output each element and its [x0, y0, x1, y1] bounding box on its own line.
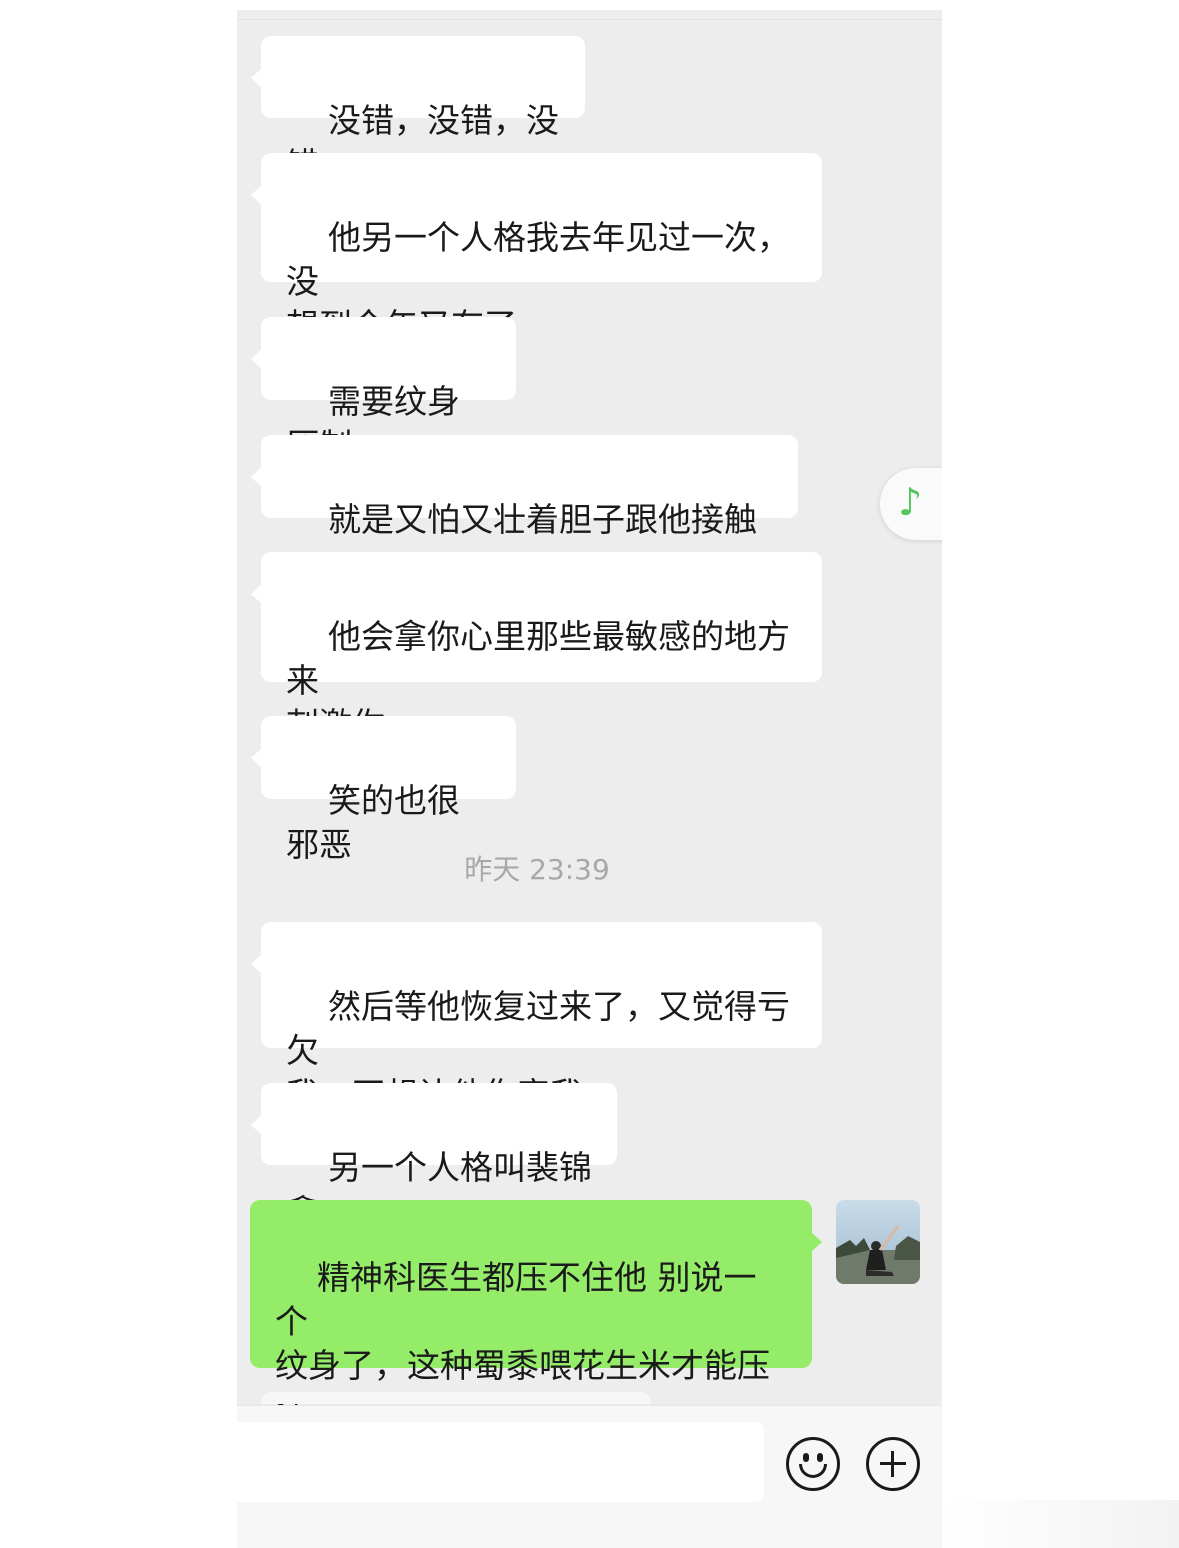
message-input[interactable] [237, 1422, 764, 1502]
message-text: 就是又怕又壮着胆子跟他接触 [327, 500, 757, 539]
plus-vertical [891, 1451, 894, 1477]
message-bubble[interactable]: 需要纹身压制 [251, 317, 516, 465]
message-bubble[interactable]: 他另一个人格我去年见过一次，没 想到今年又有了 [251, 153, 822, 345]
plus-icon[interactable] [866, 1437, 920, 1491]
emoji-icon[interactable] [786, 1437, 840, 1491]
message-bubble[interactable]: 然后等他恢复过来了，又觉得亏欠 我，不想让他伤害我 [251, 922, 822, 1114]
message-bubble[interactable]: 另一个人格叫裴锦鑫 [251, 1083, 617, 1231]
emoji-eye [817, 1453, 823, 1462]
message-bubble[interactable]: 他会拿你心里那些最敏感的地方来 刺激你 [251, 552, 822, 744]
emoji-eye [803, 1453, 809, 1462]
partial-bubble-edge [261, 1392, 651, 1404]
message-timestamp: 昨天 23:39 [464, 853, 610, 886]
chat-window: 没错，没错，没错 他另一个人格我去年见过一次，没 想到今年又有了 需要纹身压制 … [237, 10, 942, 1548]
emoji-mouth [799, 1464, 827, 1478]
music-note-icon: ♪ [898, 480, 923, 524]
top-divider [237, 19, 942, 20]
page-edge-fade [942, 1500, 1179, 1548]
floating-music-button[interactable]: ♪ [880, 468, 942, 540]
message-bubble-sent[interactable]: 精神科医生都压不住他 别说一个 纹身了，这种蜀黍喂花生米才能压 住 [250, 1200, 822, 1429]
message-bubble[interactable]: 就是又怕又壮着胆子跟他接触 [251, 435, 798, 625]
message-bubble[interactable]: 笑的也很邪恶 [251, 716, 516, 864]
input-bar [237, 1405, 942, 1548]
avatar[interactable] [836, 1200, 920, 1284]
message-bubble[interactable]: 没错，没错，没错 [251, 36, 585, 184]
